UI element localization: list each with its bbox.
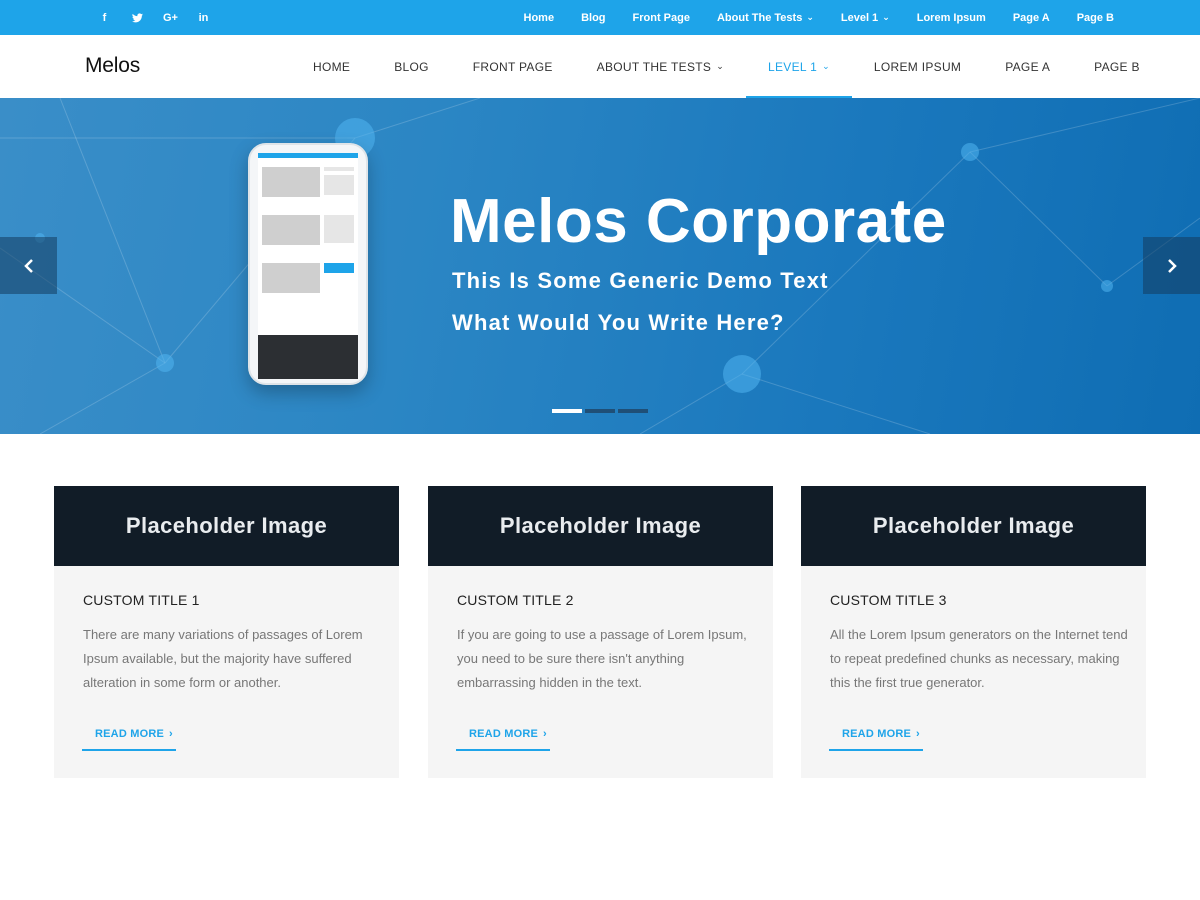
twitter-icon[interactable] [121,0,154,35]
top-nav: Home Blog Front Page About The Tests ⌄ Le… [497,0,1115,35]
top-nav-page-b[interactable]: Page B [1077,12,1114,24]
feature-card: Placeholder Image CUSTOM TITLE 1 There a… [54,486,399,778]
top-nav-lorem-ipsum[interactable]: Lorem Ipsum [917,12,986,24]
card-title: CUSTOM TITLE 3 [830,592,947,608]
read-more-label: READ MORE [469,728,539,740]
top-nav-front-page[interactable]: Front Page [633,12,690,24]
card-title: CUSTOM TITLE 2 [457,592,574,608]
site-header: Melos HOME BLOG FRONT PAGE ABOUT THE TES… [0,35,1200,98]
slider-prev-button[interactable] [0,237,57,294]
chevron-right-icon: › [543,728,547,740]
main-nav: HOME BLOG FRONT PAGE ABOUT THE TESTS ⌄ LE… [291,35,1162,98]
top-nav-blog[interactable]: Blog [581,12,605,24]
top-nav-label: About The Tests [716,11,803,24]
chevron-down-icon: ⌄ [716,61,725,71]
chevron-left-icon [23,258,33,273]
hero-slider: Melos Corporate This Is Some Generic Dem… [0,98,1200,434]
main-nav-front-page[interactable]: FRONT PAGE [451,35,575,98]
main-nav-page-b[interactable]: PAGE B [1072,35,1162,98]
google-plus-icon[interactable]: G+ [154,0,187,35]
chevron-down-icon: ⌄ [882,12,890,22]
main-nav-about-the-tests[interactable]: ABOUT THE TESTS ⌄ [575,35,746,98]
top-nav-page-a[interactable]: Page A [1013,12,1050,24]
facebook-icon[interactable]: f [88,0,121,35]
slider-dot[interactable] [552,409,582,413]
linkedin-icon[interactable]: in [187,0,220,35]
chevron-down-icon: ⌄ [806,12,814,22]
card-image: Placeholder Image [428,486,773,566]
main-nav-level-1[interactable]: LEVEL 1 ⌄ [746,35,852,98]
hero-subtitle: What Would You Write Here? [452,310,785,335]
main-nav-label: ABOUT THE TESTS [596,59,712,74]
card-text: All the Lorem Ipsum generators on the In… [830,627,1128,690]
network-background [0,98,1200,434]
hero-title: Melos Corporate [450,187,947,256]
hero-subtitle: This Is Some Generic Demo Text [452,268,829,293]
read-more-link[interactable]: READ MORE › [456,722,550,751]
slider-dot[interactable] [585,409,615,413]
top-bar: f G+ in Home Blog Front Page About The T… [0,0,1200,35]
feature-card: Placeholder Image CUSTOM TITLE 3 All the… [801,486,1146,778]
top-nav-label: Level 1 [840,11,879,24]
top-nav-about-the-tests[interactable]: About The Tests ⌄ [717,12,814,24]
card-image: Placeholder Image [54,486,399,566]
main-nav-page-a[interactable]: PAGE A [983,35,1072,98]
slider-dot[interactable] [618,409,648,413]
read-more-link[interactable]: READ MORE › [82,722,176,751]
main-nav-label: LEVEL 1 [768,59,818,74]
social-links: f G+ in [88,0,220,35]
chevron-right-icon [1167,258,1177,273]
card-title: CUSTOM TITLE 1 [83,592,200,608]
chevron-down-icon: ⌄ [822,61,830,71]
read-more-label: READ MORE [842,728,912,740]
main-nav-lorem-ipsum[interactable]: LOREM IPSUM [852,35,983,98]
card-text: There are many variations of passages of… [83,627,363,690]
phone-mockup-image [248,143,368,385]
slider-next-button[interactable] [1143,237,1200,294]
slider-pagination [552,409,651,413]
feature-card: Placeholder Image CUSTOM TITLE 2 If you … [428,486,773,778]
top-nav-home[interactable]: Home [524,12,555,24]
chevron-right-icon: › [916,728,920,740]
main-nav-home[interactable]: HOME [291,35,372,98]
main-nav-blog[interactable]: BLOG [372,35,451,98]
card-image: Placeholder Image [801,486,1146,566]
read-more-link[interactable]: READ MORE › [829,722,923,751]
read-more-label: READ MORE [95,728,165,740]
card-text: If you are going to use a passage of Lor… [457,627,747,690]
top-nav-level-1[interactable]: Level 1 ⌄ [841,12,890,24]
site-logo[interactable]: Melos [85,54,140,78]
chevron-right-icon: › [169,728,173,740]
